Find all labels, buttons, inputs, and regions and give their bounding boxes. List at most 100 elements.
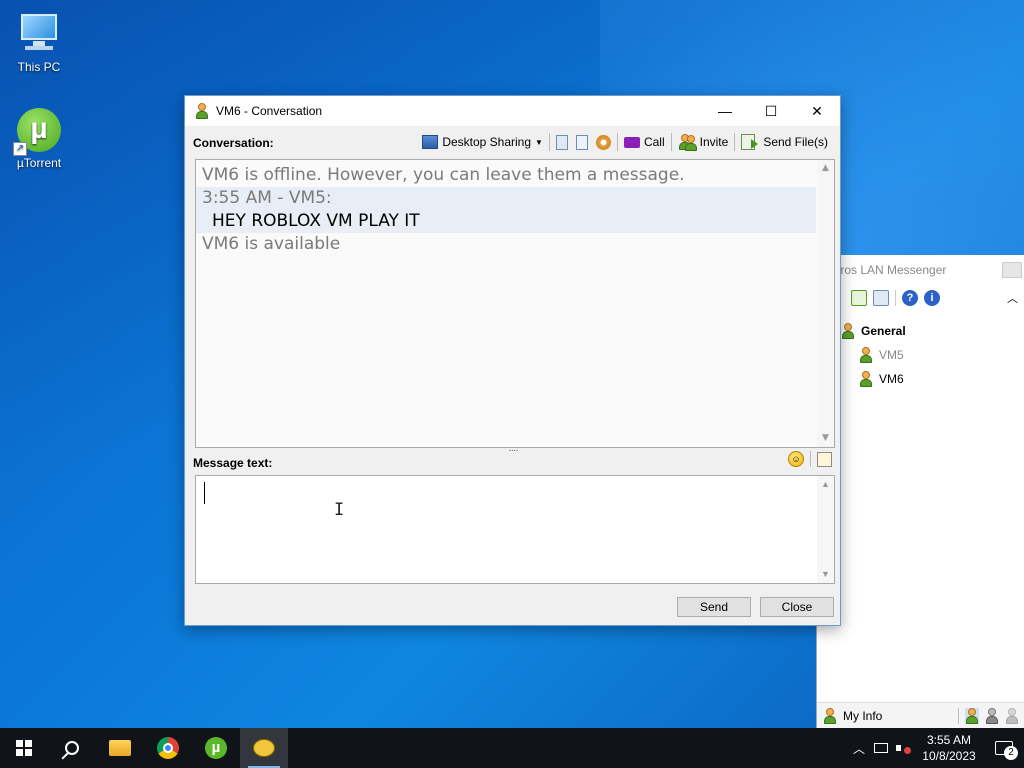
desktop-icon-utorrent[interactable]: µ ↗ µTorrent xyxy=(1,106,77,170)
conversation-toolbar: Desktop Sharing ▼ Call Invite Send File(… xyxy=(418,130,832,154)
message-input[interactable]: I ▲ ▼ xyxy=(195,475,835,584)
notification-count: 2 xyxy=(1004,746,1018,760)
history-icon xyxy=(555,134,568,150)
scroll-up-icon[interactable]: ▲ xyxy=(817,160,834,177)
video-camera-icon xyxy=(623,136,640,148)
taskbar: µ ︿ 3:55 AM 10/8/2023 2 xyxy=(0,728,1024,768)
network-icon[interactable] xyxy=(870,728,892,768)
mouse-cursor-icon: I xyxy=(334,500,345,520)
emoticon-button[interactable]: ☺ xyxy=(788,451,804,467)
message-header: 3:55 AM - VM5: xyxy=(202,188,332,208)
taskbar-chrome[interactable] xyxy=(144,728,192,768)
start-button[interactable] xyxy=(0,728,48,768)
group-name: General xyxy=(861,324,906,338)
invite-users-icon xyxy=(678,134,697,151)
volume-muted-icon[interactable] xyxy=(892,728,914,768)
send-files-label: Send File(s) xyxy=(763,135,828,149)
chat-log[interactable]: VM6 is offline. However, you can leave t… xyxy=(195,159,835,448)
my-info-label[interactable]: My Info xyxy=(843,709,882,723)
invite-label: Invite xyxy=(699,135,729,149)
status-busy-icon[interactable] xyxy=(985,707,999,724)
scroll-down-icon[interactable]: ▼ xyxy=(817,566,834,583)
chrome-icon xyxy=(157,737,179,759)
message-tools: ☺ xyxy=(788,451,832,467)
search-icon xyxy=(65,741,79,755)
messenger-toolbar: ? i ︿ xyxy=(817,285,1024,311)
scroll-up-icon[interactable]: ▲ xyxy=(817,476,834,493)
group-icon xyxy=(841,323,857,339)
close-button[interactable]: Close xyxy=(760,597,834,617)
user-online-icon xyxy=(859,371,873,387)
info-icon[interactable]: i xyxy=(924,290,940,306)
invite-button[interactable]: Invite xyxy=(674,131,733,153)
shortcut-arrow-icon: ↗ xyxy=(13,142,27,156)
desktop-icon-this-pc[interactable]: This PC xyxy=(1,10,77,74)
help-icon[interactable]: ? xyxy=(902,290,918,306)
messenger-title: tros LAN Messenger xyxy=(837,263,947,277)
utorrent-icon: µ ↗ xyxy=(13,106,63,156)
lan-messenger-icon xyxy=(253,739,275,757)
available-notice: VM6 is available xyxy=(202,234,341,254)
system-tray: ︿ 3:55 AM 10/8/2023 2 xyxy=(848,728,1024,768)
input-scrollbar[interactable]: ▲ ▼ xyxy=(817,476,834,583)
desktop-sharing-icon xyxy=(422,135,439,149)
contact-list: General VM5 VM6 xyxy=(817,311,1024,391)
desktop-sharing-label: Desktop Sharing xyxy=(442,135,532,149)
clock[interactable]: 3:55 AM 10/8/2023 xyxy=(914,732,984,764)
send-files-button[interactable]: Send File(s) xyxy=(737,131,832,153)
messenger-window-button[interactable] xyxy=(1002,262,1022,278)
utorrent-icon: µ xyxy=(205,737,227,759)
clock-time: 3:55 AM xyxy=(926,733,972,747)
history-icon[interactable] xyxy=(873,290,889,306)
status-offline-icon[interactable] xyxy=(1005,707,1019,724)
message-text-label: Message text: xyxy=(193,456,273,470)
status-online-icon[interactable] xyxy=(965,707,979,724)
taskbar-lan-messenger[interactable] xyxy=(240,728,288,768)
scroll-down-icon[interactable]: ▼ xyxy=(817,430,834,447)
lan-messenger-window[interactable]: tros LAN Messenger ? i ︿ General VM5 VM6… xyxy=(816,255,1024,728)
conversation-window[interactable]: VM6 - Conversation — ☐ ✕ Conversation: D… xyxy=(184,95,841,626)
text-caret xyxy=(204,482,205,504)
tray-overflow-chevron-icon[interactable]: ︿ xyxy=(848,728,870,768)
send-file-icon xyxy=(741,134,759,150)
taskbar-utorrent[interactable]: µ xyxy=(192,728,240,768)
messenger-status-bar: My Info xyxy=(817,702,1024,728)
contact-name: VM6 xyxy=(879,372,904,386)
contact-info-button[interactable] xyxy=(572,131,592,153)
send-button[interactable]: Send xyxy=(677,597,751,617)
desktop-icon-label: This PC xyxy=(17,60,61,74)
collapse-chevron-icon[interactable]: ︿ xyxy=(1007,290,1018,306)
group-general[interactable]: General xyxy=(841,319,1024,343)
desktop-sharing-button[interactable]: Desktop Sharing ▼ xyxy=(418,131,547,153)
close-window-button[interactable]: ✕ xyxy=(794,96,840,126)
taskbar-file-explorer[interactable] xyxy=(96,728,144,768)
settings-button[interactable] xyxy=(592,131,615,153)
minimize-button[interactable]: — xyxy=(702,96,748,126)
font-settings-icon[interactable] xyxy=(817,451,832,467)
clock-date: 10/8/2023 xyxy=(922,749,976,763)
call-button[interactable]: Call xyxy=(620,131,669,153)
my-info-icon xyxy=(823,707,837,724)
search-button[interactable] xyxy=(48,728,96,768)
windows-logo-icon xyxy=(16,740,32,756)
title-bar[interactable]: VM6 - Conversation — ☐ ✕ xyxy=(185,96,840,126)
action-center-button[interactable]: 2 xyxy=(984,728,1024,768)
add-folder-icon[interactable] xyxy=(851,290,867,306)
conversation-body: Conversation: Desktop Sharing ▼ Call Inv… xyxy=(185,126,840,625)
contact-name: VM5 xyxy=(879,348,904,362)
desktop-icon-label: µTorrent xyxy=(16,156,62,170)
user-offline-icon xyxy=(859,347,873,363)
conversation-app-icon xyxy=(195,103,209,119)
history-button[interactable] xyxy=(552,131,572,153)
message-body: HEY ROBLOX VM PLAY IT xyxy=(212,211,420,231)
splitter-handle[interactable]: ···· xyxy=(505,446,521,456)
this-pc-icon xyxy=(15,10,63,58)
call-label: Call xyxy=(643,135,665,149)
maximize-button[interactable]: ☐ xyxy=(748,96,794,126)
chat-message: 3:55 AM - VM5: HEY ROBLOX VM PLAY IT xyxy=(196,187,816,233)
window-title: VM6 - Conversation xyxy=(216,104,323,118)
contact-vm5[interactable]: VM5 xyxy=(841,343,1024,367)
contact-vm6[interactable]: VM6 xyxy=(841,367,1024,391)
chat-scrollbar[interactable]: ▲ ▼ xyxy=(817,160,834,447)
offline-notice: VM6 is offline. However, you can leave t… xyxy=(202,165,685,185)
